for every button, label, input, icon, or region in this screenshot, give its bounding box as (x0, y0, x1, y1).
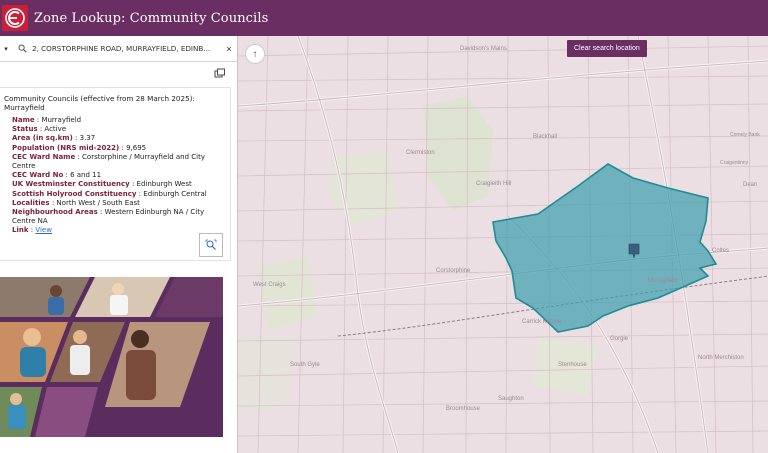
popup-title: Community Councils (effective from 28 Ma… (4, 94, 195, 112)
map-label: Clermiston (406, 150, 435, 156)
edinburgh-e-logo-icon[interactable] (2, 5, 28, 31)
attribute-key: Link (12, 226, 29, 235)
attribute-key: Status (12, 125, 38, 134)
attribute-value: 9,695 (126, 143, 147, 152)
location-pin-icon[interactable] (628, 243, 640, 259)
map-label: West Craigs (253, 282, 286, 288)
map-view[interactable]: ↑ Clear search location Davidson's Mains… (237, 36, 768, 453)
attribute-key: Name (12, 116, 35, 124)
map-label: Broomhouse (446, 406, 481, 412)
zoom-to-icon (205, 239, 217, 250)
attribute-key: UK Westminster Constituency (12, 180, 130, 189)
map-label: Comely Bank (730, 132, 760, 138)
attribute-row: Link : View (12, 226, 52, 235)
map-label: Saughton (498, 396, 524, 402)
zoom-to-button[interactable] (199, 233, 223, 257)
attribute-row: CEC Ward No : 6 and 11 (12, 171, 102, 180)
map-label: Craigleith Hill (476, 181, 512, 187)
map-label: Blackhall (533, 134, 558, 140)
clear-search-location-button[interactable]: Clear search location (567, 40, 647, 57)
map-label: Dean (743, 182, 758, 188)
attribute-value: Edinburgh Central (143, 189, 207, 198)
map-label: South Gyle (290, 362, 320, 368)
attribute-value: 3.37 (79, 134, 96, 143)
attribute-key: Scottish Holyrood Constituency (12, 189, 137, 198)
attribute-value: Active (44, 125, 67, 134)
attribute-row: Scottish Holyrood Constituency : Edinbur… (12, 189, 207, 198)
chevron-down-icon[interactable]: ▾ (0, 45, 12, 53)
app-window: Zone Lookup: Community Councils ▾ 2, COR… (0, 0, 768, 453)
map-label: Davidson's Mains (460, 46, 507, 52)
left-panel: ▾ 2, CORSTORPHINE ROAD, MURRAYFIELD, EDI… (0, 36, 237, 453)
attribute-row: Localities : North West / South East (12, 198, 140, 207)
compass-icon[interactable]: ↑ (245, 44, 265, 64)
map-label: Stenhouse (558, 362, 587, 368)
attribute-value: Edinburgh West (136, 180, 192, 189)
attribute-row: CEC Ward Name : Corstorphine / Murrayfie… (12, 152, 205, 171)
map-label: Coltes (712, 248, 730, 254)
attribute-row: Name : Murrayfield (12, 116, 82, 124)
attribute-key: Neighbourhood Areas (12, 208, 98, 217)
map-label: Gorgie (610, 336, 629, 342)
layers-icon[interactable] (214, 67, 226, 79)
map-label: Carrick Knowe (522, 319, 562, 325)
attribute-row: Area (in sq.km) : 3.37 (12, 134, 96, 143)
attribute-value: North West / South East (56, 198, 140, 207)
attribute-row: Status : Active (12, 125, 67, 134)
attribute-key: CEC Ward Name (12, 152, 76, 161)
map-label: North Merchiston (698, 355, 744, 361)
app-title: Zone Lookup: Community Councils (34, 10, 269, 26)
map-label: Corstorphine (436, 268, 471, 274)
app-header: Zone Lookup: Community Councils (0, 0, 768, 36)
attribute-value: Murrayfield (41, 116, 82, 124)
close-icon[interactable]: × (221, 44, 237, 54)
basemap (238, 36, 768, 453)
attribute-row: UK Westminster Constituency : Edinburgh … (12, 180, 192, 189)
map-label: Craigentinny (720, 160, 749, 166)
community-banner-image (0, 277, 223, 437)
attribute-row: Population (NRS mid-2022) : 9,695 (12, 143, 147, 152)
search-bar: ▾ 2, CORSTORPHINE ROAD, MURRAYFIELD, EDI… (0, 36, 237, 62)
attribute-key: CEC Ward No (12, 171, 64, 180)
search-icon[interactable] (12, 44, 32, 53)
attribute-key: Population (NRS mid-2022) (12, 143, 120, 152)
attribute-list: Name : Murrayfield Status : Active Area … (12, 116, 224, 236)
view-link[interactable]: View (35, 226, 52, 234)
feature-popup: Community Councils (effective from 28 Ma… (0, 87, 231, 261)
map-label: Murrayfield (648, 278, 678, 284)
attribute-key: Area (in sq.km) (12, 134, 73, 143)
search-input[interactable]: 2, CORSTORPHINE ROAD, MURRAYFIELD, EDINB… (32, 44, 221, 53)
attribute-row: Neighbourhood Areas : Western Edinburgh … (12, 208, 205, 226)
attribute-value: 6 and 11 (70, 171, 102, 180)
attribute-key: Localities (12, 198, 50, 207)
